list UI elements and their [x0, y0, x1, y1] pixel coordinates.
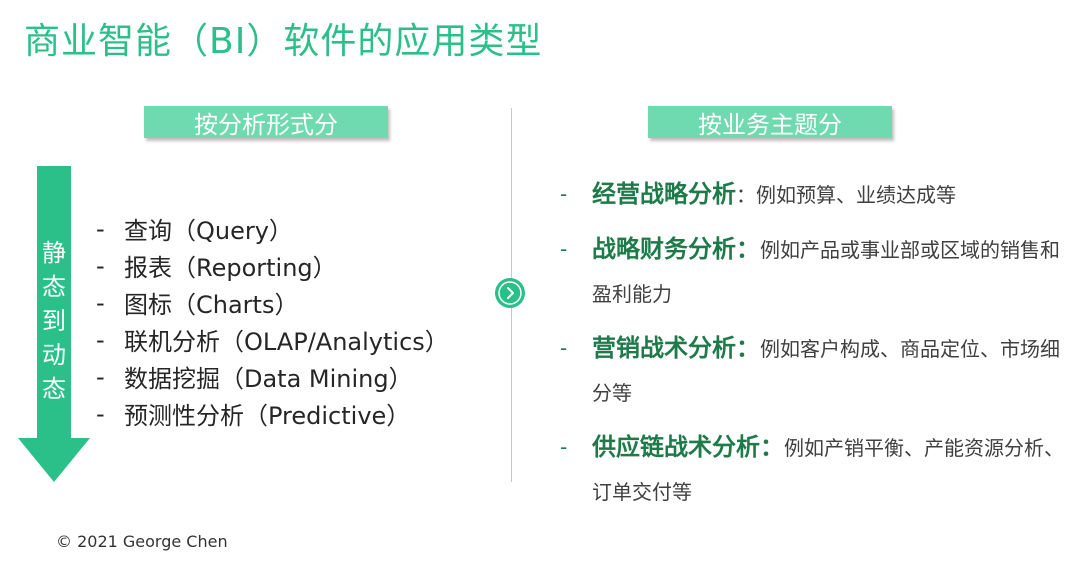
topic-name: 经营战略分析 — [592, 180, 736, 208]
copyright-footer: © 2021 George Chen — [56, 532, 228, 551]
arrow-char: 动 — [42, 341, 66, 369]
list-item: - 图标（Charts） — [96, 288, 299, 320]
topic-name: 战略财务分析： — [592, 235, 760, 263]
arrow-label: 静 态 到 动 态 — [37, 236, 71, 406]
chevron-right-circle-icon — [495, 278, 525, 308]
topic-item: - 营销战术分析：例如客户构成、商品定位、市场细分等 — [560, 334, 1060, 405]
arrow-char: 态 — [42, 375, 66, 403]
list-item: - 联机分析（OLAP/Analytics） — [96, 325, 449, 357]
arrow-char: 态 — [42, 273, 66, 301]
arrow-char: 静 — [42, 239, 66, 267]
list-item: - 预测性分析（Predictive） — [96, 399, 411, 431]
topic-item: - 战略财务分析：例如产品或事业部或区域的销售和盈利能力 — [560, 235, 1060, 306]
list-item: - 数据挖掘（Data Mining） — [96, 362, 413, 394]
arrow-char: 到 — [42, 307, 66, 335]
list-item: - 报表（Reporting） — [96, 251, 337, 283]
topic-desc: ：例如预算、业绩达成等 — [736, 183, 956, 207]
list-item: - 查询（Query） — [96, 214, 293, 246]
page-title: 商业智能（BI）软件的应用类型 — [24, 21, 543, 62]
topic-name: 营销战术分析： — [592, 334, 760, 362]
topic-item: - 经营战略分析：例如预算、业绩达成等 — [560, 180, 956, 208]
left-section-header: 按分析形式分 — [144, 106, 388, 139]
right-section-header: 按业务主题分 — [648, 106, 892, 139]
static-to-dynamic-arrow: 静 态 到 动 态 — [18, 166, 90, 482]
business-topic-list: - 经营战略分析：例如预算、业绩达成等 - 战略财务分析：例如产品或事业部或区域… — [560, 172, 1065, 524]
analysis-method-list: - 查询（Query） - 报表（Reporting） - 图标（Charts） -联… — [96, 210, 449, 432]
topic-item: - 供应链战术分析：例如产销平衡、产能资源分析、订单交付等 — [560, 433, 1064, 504]
topic-name: 供应链战术分析： — [592, 433, 784, 461]
